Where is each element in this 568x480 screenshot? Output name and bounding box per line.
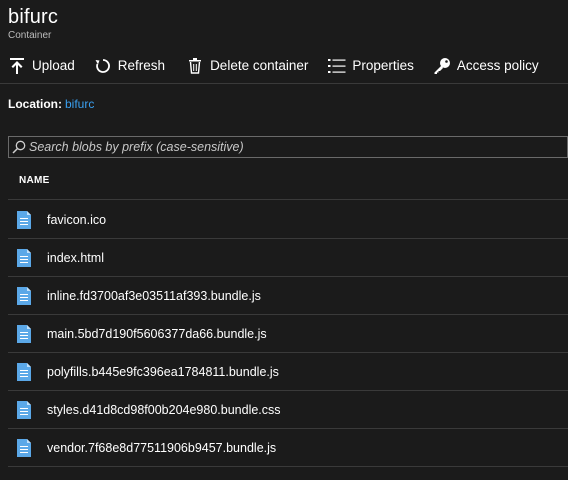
- properties-button[interactable]: Properties: [328, 48, 414, 84]
- blob-list: favicon.ico index.html inline.fd3700af3e…: [8, 201, 568, 467]
- search-input[interactable]: [29, 137, 549, 157]
- file-icon: [17, 438, 33, 457]
- refresh-button[interactable]: Refresh: [94, 48, 165, 84]
- file-icon: [17, 286, 33, 305]
- page-title: bifurc: [8, 6, 59, 28]
- file-icon: [17, 324, 33, 343]
- file-icon: [17, 400, 33, 419]
- access-policy-label: Access policy: [456, 58, 539, 73]
- table-row[interactable]: vendor.7f68e8d77511906b9457.bundle.js: [8, 429, 568, 467]
- table-row[interactable]: main.5bd7d190f5606377da66.bundle.js: [8, 315, 568, 353]
- table-row[interactable]: styles.d41d8cd98f00b204e980.bundle.css: [8, 391, 568, 429]
- upload-label: Upload: [32, 58, 75, 73]
- page-header: bifurc Container: [8, 4, 58, 42]
- page-subtitle: Container: [8, 30, 52, 41]
- blob-name: styles.d41d8cd98f00b204e980.bundle.css: [47, 402, 281, 417]
- table-row[interactable]: inline.fd3700af3e03511af393.bundle.js: [8, 277, 568, 315]
- blob-name: inline.fd3700af3e03511af393.bundle.js: [47, 288, 261, 303]
- refresh-icon: [94, 57, 112, 75]
- table-header: NAME: [8, 162, 568, 200]
- location: Location: bifurc: [8, 97, 94, 111]
- table-row[interactable]: index.html: [8, 239, 568, 277]
- table-row[interactable]: favicon.ico: [8, 201, 568, 239]
- access-policy-button[interactable]: Access policy: [433, 48, 539, 84]
- delete-container-button[interactable]: Delete container: [186, 48, 308, 84]
- column-name-header[interactable]: NAME: [19, 175, 50, 186]
- file-icon: [17, 210, 33, 229]
- list-icon: [328, 57, 346, 75]
- file-icon: [17, 362, 33, 381]
- search-box[interactable]: [8, 136, 568, 158]
- trash-icon: [186, 57, 204, 75]
- file-icon: [17, 248, 33, 267]
- table-row[interactable]: polyfills.b445e9fc396ea1784811.bundle.js: [8, 353, 568, 391]
- location-label: Location:: [8, 97, 62, 111]
- blob-name: index.html: [47, 250, 104, 265]
- upload-icon: [8, 57, 26, 75]
- blob-name: main.5bd7d190f5606377da66.bundle.js: [47, 326, 267, 341]
- properties-label: Properties: [352, 58, 414, 73]
- upload-button[interactable]: Upload: [8, 48, 75, 84]
- delete-container-label: Delete container: [210, 58, 309, 73]
- search-icon: [9, 137, 29, 157]
- location-link[interactable]: bifurc: [65, 97, 94, 111]
- refresh-label: Refresh: [117, 58, 166, 73]
- toolbar: Upload Refresh Delete container Properti…: [0, 48, 568, 84]
- blob-name: vendor.7f68e8d77511906b9457.bundle.js: [47, 440, 277, 455]
- key-icon: [433, 57, 451, 75]
- blob-name: favicon.ico: [47, 212, 107, 227]
- blob-name: polyfills.b445e9fc396ea1784811.bundle.js: [47, 364, 279, 379]
